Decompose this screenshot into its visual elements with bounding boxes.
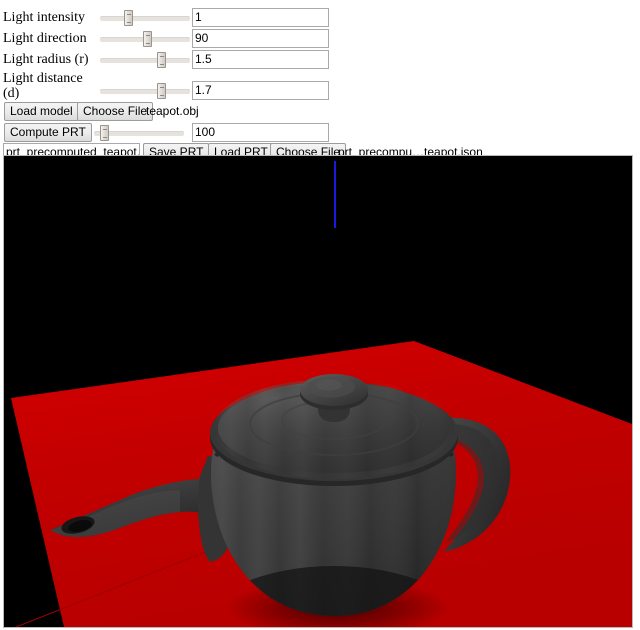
light-radius-label: Light radius (r) (3, 52, 89, 67)
light-radius-input[interactable]: 1.5 (192, 50, 329, 69)
slider-thumb[interactable] (124, 10, 133, 26)
compute-prt-button[interactable]: Compute PRT (4, 123, 92, 142)
light-radius-slider[interactable] (100, 52, 190, 68)
light-intensity-input[interactable]: 1 (192, 8, 329, 27)
light-distance-input[interactable]: 1.7 (192, 81, 329, 100)
slider-thumb[interactable] (157, 52, 166, 68)
compute-prt-samples-input[interactable]: 100 (192, 123, 329, 142)
slider-thumb[interactable] (157, 83, 166, 99)
slider-track (100, 16, 190, 21)
load-model-button[interactable]: Load model (4, 102, 79, 121)
light-distance-slider[interactable] (100, 83, 190, 99)
compute-prt-slider[interactable] (94, 125, 184, 141)
slider-thumb[interactable] (100, 125, 109, 141)
slider-thumb[interactable] (143, 31, 152, 47)
light-intensity-slider[interactable] (100, 10, 190, 26)
app-root: Light intensity 1 Light direction 90 Lig… (0, 0, 640, 630)
slider-track (100, 89, 190, 94)
light-direction-slider[interactable] (100, 31, 190, 47)
model-filename-label: teapot.obj (146, 104, 199, 118)
light-distance-label: Light distance (d) (3, 71, 83, 101)
teapot-scene[interactable] (4, 156, 632, 627)
slider-track (100, 58, 190, 63)
light-intensity-label: Light intensity (3, 10, 86, 25)
model-choose-file-button[interactable]: Choose File (77, 102, 154, 121)
webgl-viewport[interactable] (3, 155, 633, 628)
light-direction-label: Light direction (3, 31, 87, 46)
light-direction-input[interactable]: 90 (192, 29, 329, 48)
